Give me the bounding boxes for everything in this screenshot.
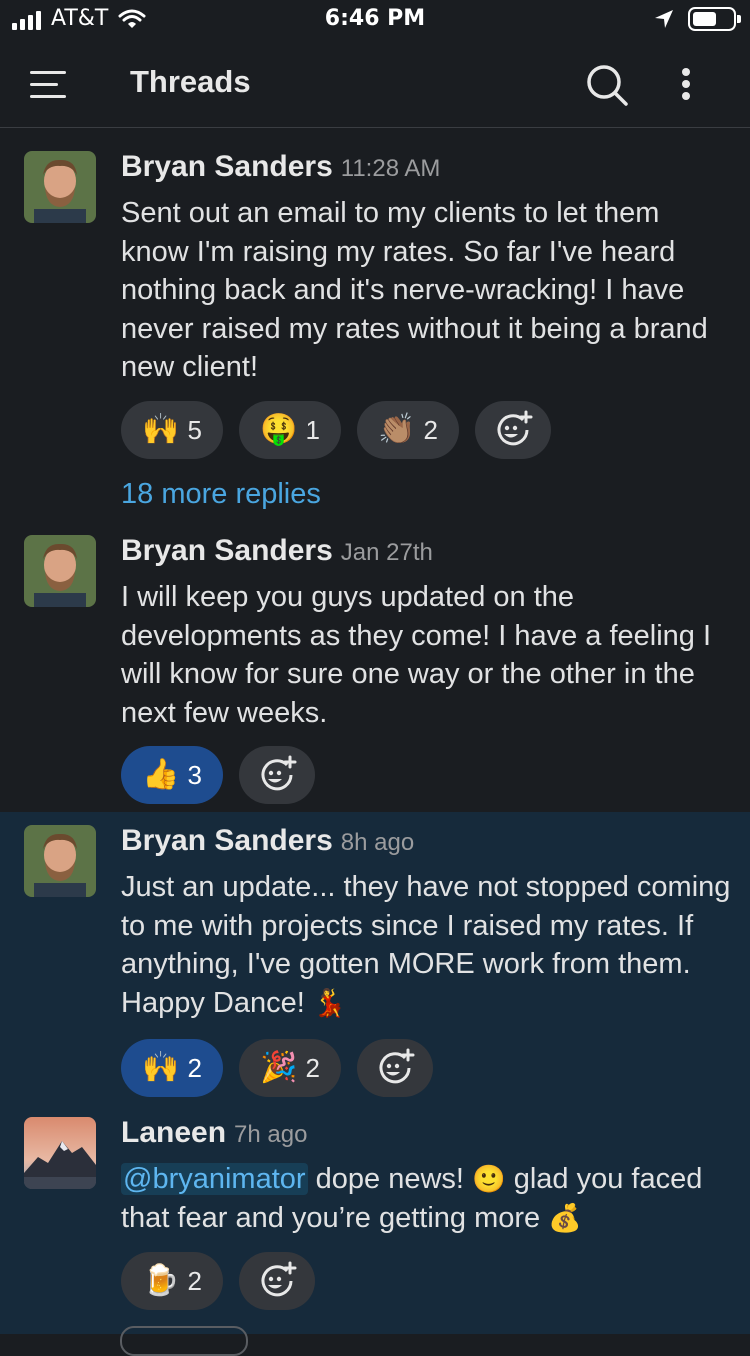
clapping-hands-icon: 👏🏽 — [378, 413, 416, 446]
avatar[interactable] — [24, 1117, 96, 1189]
author-name[interactable]: Bryan Sanders — [121, 534, 333, 567]
status-time: 6:46 PM — [324, 6, 426, 31]
reactions: 🙌 5 🤑 1 👏🏽 2 — [121, 401, 551, 459]
reaction-chip[interactable]: 🍺 2 — [121, 1252, 223, 1310]
reaction-chip[interactable]: 🎉 2 — [239, 1039, 341, 1097]
add-reaction-icon — [261, 755, 297, 791]
location-arrow-icon — [655, 10, 673, 28]
raised-hands-icon: 🙌 — [142, 413, 180, 446]
add-reaction-button[interactable] — [239, 1252, 315, 1310]
message-text: I will keep you guys updated on the deve… — [121, 581, 712, 729]
search-icon[interactable] — [584, 62, 630, 108]
status-right — [654, 7, 741, 31]
avatar[interactable] — [24, 151, 96, 223]
reaction-count: 5 — [187, 414, 202, 445]
add-reaction-icon — [497, 410, 533, 446]
more-replies-link[interactable]: 18 more replies — [121, 478, 321, 511]
hamburger-icon[interactable] — [30, 68, 66, 102]
author-name[interactable]: Bryan Sanders — [121, 824, 333, 857]
add-reaction-button[interactable] — [475, 401, 551, 459]
reaction-chip-selected[interactable]: 👍 3 — [121, 746, 223, 804]
reaction-chip[interactable]: 👏🏽 2 — [357, 401, 459, 459]
message-text: Just an update... they have not stopped … — [121, 868, 731, 1022]
reaction-chip[interactable]: 🤑 1 — [239, 401, 341, 459]
reaction-chip-selected[interactable]: 🙌 2 — [121, 1039, 223, 1097]
raised-hands-icon: 🙌 — [142, 1051, 180, 1084]
message-time: 8h ago — [340, 829, 415, 856]
reaction-chip[interactable]: 🙌 5 — [121, 401, 223, 459]
message-time: 7h ago — [234, 1121, 308, 1148]
message-header: Bryan Sanders 11:28 AM — [121, 150, 440, 184]
add-reaction-icon — [261, 1261, 297, 1297]
user-mention[interactable]: @bryanimator — [121, 1163, 308, 1195]
status-bar: AT&T 6:46 PM — [0, 0, 750, 42]
reactions: 🍺 2 — [121, 1252, 315, 1310]
author-name[interactable]: Bryan Sanders — [121, 150, 333, 183]
dancer-icon: 💃 — [312, 987, 347, 1018]
add-reaction-button[interactable] — [357, 1039, 433, 1097]
message-header: Bryan Sanders Jan 27th — [121, 534, 433, 568]
message-time: 11:28 AM — [340, 155, 441, 182]
message-text-part: dope news! — [307, 1163, 473, 1195]
author-name[interactable]: Laneen — [121, 1116, 226, 1149]
reaction-count: 3 — [187, 759, 202, 790]
message-text-body: Just an update... they have not stopped … — [121, 871, 731, 1019]
more-vertical-icon[interactable] — [670, 64, 702, 104]
page-title: Threads — [130, 64, 251, 99]
add-reaction-icon — [379, 1048, 415, 1084]
message-text: @bryanimator dope news! 🙂 glad you faced… — [121, 1160, 731, 1237]
top-bar: Threads — [0, 42, 750, 128]
reaction-count: 1 — [305, 414, 320, 445]
battery-icon — [688, 7, 741, 31]
add-reaction-button[interactable] — [239, 746, 315, 804]
reaction-count: 2 — [187, 1265, 202, 1296]
message-text: Sent out an email to my clients to let t… — [121, 197, 708, 383]
slightly-smiling-face-icon: 🙂 — [472, 1164, 506, 1194]
money-mouth-face-icon: 🤑 — [260, 413, 298, 446]
reaction-count: 2 — [305, 1052, 320, 1083]
message-time: Jan 27th — [340, 539, 433, 566]
cut-off-button[interactable] — [120, 1326, 248, 1356]
beer-mug-icon: 🍺 — [142, 1264, 180, 1297]
reaction-count: 2 — [187, 1052, 202, 1083]
reactions: 👍 3 — [121, 746, 315, 804]
party-popper-icon: 🎉 — [260, 1051, 298, 1084]
thumbs-up-icon: 👍 — [142, 758, 180, 791]
avatar[interactable] — [24, 825, 96, 897]
message-header: Bryan Sanders 8h ago — [121, 824, 414, 858]
avatar[interactable] — [24, 535, 96, 607]
message-header: Laneen 7h ago — [121, 1116, 307, 1150]
money-bag-icon: 💰 — [548, 1202, 582, 1233]
reaction-count: 2 — [423, 414, 438, 445]
reactions: 🙌 2 🎉 2 — [121, 1039, 433, 1097]
